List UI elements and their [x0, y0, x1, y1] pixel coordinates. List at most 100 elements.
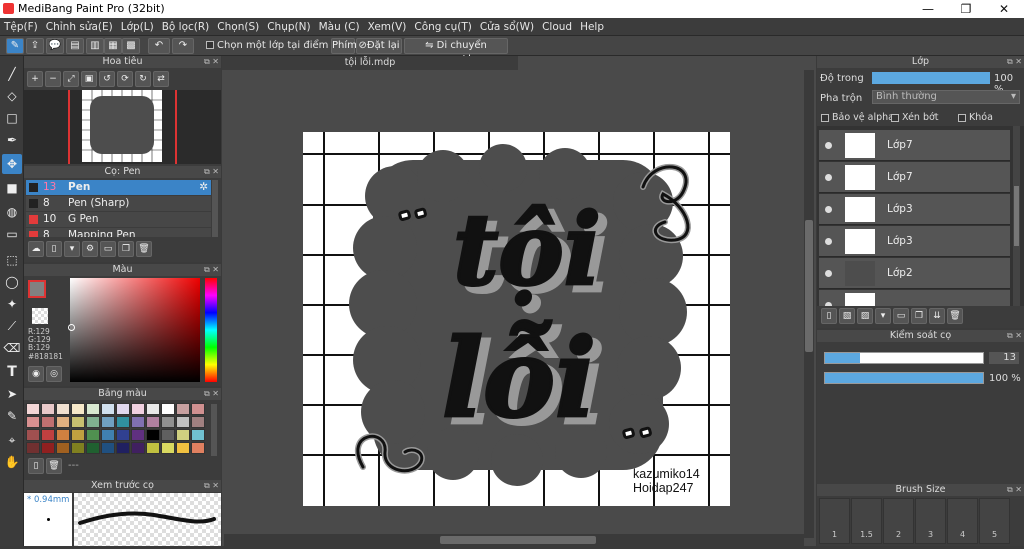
palette-swatch[interactable]	[41, 429, 55, 441]
brush-size-option[interactable]: 1	[819, 498, 850, 544]
add-brush-icon[interactable]: ▾	[64, 241, 80, 257]
menu-tools[interactable]: Công cụ(T)	[410, 18, 475, 36]
copy-icon[interactable]: ❐	[118, 241, 134, 257]
rotate-reset-icon[interactable]: ⟳	[117, 71, 133, 87]
document-canvas[interactable]: tội tội lỗi lỗi kazumiko14 Hoidap247	[303, 132, 730, 506]
share-icon[interactable]: ⇪	[26, 38, 44, 54]
lock-option[interactable]: Khóa	[958, 112, 993, 123]
maximize-button[interactable]: ❐	[947, 0, 985, 18]
cloud-brush-icon[interactable]: ✎	[6, 38, 24, 54]
layer-scrollbar[interactable]	[1013, 126, 1020, 306]
palette-swatch[interactable]	[41, 416, 55, 428]
add-layer-menu-icon[interactable]: ▾	[875, 308, 891, 324]
palette-swatch[interactable]	[56, 416, 70, 428]
divide-tool-icon[interactable]: ✎	[2, 406, 22, 426]
select-pen-tool-icon[interactable]: ⟋	[2, 316, 22, 336]
reset-button[interactable]: ⊘Đặt lại	[356, 38, 402, 54]
palette-swatch[interactable]	[161, 429, 175, 441]
palette-swatch[interactable]	[101, 429, 115, 441]
new-brush-icon[interactable]: ▯	[46, 241, 62, 257]
flip-h-icon[interactable]: ⇄	[153, 71, 169, 87]
palette-swatch[interactable]	[161, 442, 175, 454]
layer-folder-icon[interactable]: ▭	[893, 308, 909, 324]
brush-size-value[interactable]: 13	[989, 352, 1019, 364]
palette-swatch[interactable]	[146, 442, 160, 454]
close-button[interactable]: ✕	[985, 0, 1023, 18]
palette-swatch[interactable]	[56, 442, 70, 454]
fill-rect-tool-icon[interactable]: ■	[2, 178, 22, 198]
palette-swatch[interactable]	[86, 442, 100, 454]
brush-item[interactable]: 13 Pen ✲	[26, 180, 211, 195]
palette-scrollbar[interactable]	[211, 404, 217, 456]
visibility-eye-icon[interactable]	[825, 302, 832, 306]
palette-grid[interactable]	[26, 403, 208, 455]
panel-close-icon[interactable]: ⧉ ✕	[204, 166, 219, 178]
palette-swatch[interactable]	[26, 403, 40, 415]
palette-swatch[interactable]	[146, 429, 160, 441]
layer-row[interactable]: Lớp3	[819, 194, 1010, 225]
palette-swatch[interactable]	[131, 442, 145, 454]
palette-swatch[interactable]	[131, 416, 145, 428]
redo-icon[interactable]: ↷	[172, 38, 194, 54]
brush-size-slider[interactable]	[824, 352, 984, 364]
rotate-right-icon[interactable]: ↻	[135, 71, 151, 87]
background-color[interactable]	[32, 308, 48, 324]
palette-swatch[interactable]	[86, 416, 100, 428]
message-icon[interactable]: ▤	[66, 38, 84, 54]
hand-tool-icon[interactable]: ✋	[2, 452, 22, 472]
brush-size-option[interactable]: 3	[915, 498, 946, 544]
palette-swatch[interactable]	[176, 442, 190, 454]
palette-swatch[interactable]	[71, 429, 85, 441]
panel-close-icon[interactable]: ⧉ ✕	[204, 480, 219, 492]
brush-size-option[interactable]: 1.5	[851, 498, 882, 544]
flip-button[interactable]: ⇋ Di chuyển ngang/dọc	[404, 38, 508, 65]
document-tab[interactable]: tội lỗi.mdp	[222, 56, 518, 70]
palette-swatch[interactable]	[71, 416, 85, 428]
panel-close-icon[interactable]: ⧉ ✕	[1007, 56, 1022, 68]
layer-row[interactable]: Lớp7	[819, 162, 1010, 193]
palette-swatch[interactable]	[41, 403, 55, 415]
comment-icon[interactable]: 💬	[46, 38, 64, 54]
palette-swatch[interactable]	[116, 429, 130, 441]
visibility-eye-icon[interactable]	[825, 238, 832, 245]
visibility-eye-icon[interactable]	[825, 142, 832, 149]
palette-swatch[interactable]	[101, 442, 115, 454]
palette-swatch[interactable]	[176, 403, 190, 415]
rectangle-tool-icon[interactable]: □	[2, 108, 22, 128]
layer-row[interactable]: Lớp3	[819, 226, 1010, 257]
palette-swatch[interactable]	[26, 442, 40, 454]
menu-select[interactable]: Chọn(S)	[213, 18, 263, 36]
palette-swatch[interactable]	[101, 403, 115, 415]
text-tool-icon[interactable]: T	[2, 362, 22, 382]
palette-swatch[interactable]	[131, 403, 145, 415]
brush-scrollbar[interactable]	[212, 180, 218, 237]
palette-swatch[interactable]	[71, 403, 85, 415]
palette-swatch[interactable]	[116, 442, 130, 454]
panel-close-icon[interactable]: ⧉ ✕	[1007, 330, 1022, 342]
cloud-brush-icon[interactable]: ☁	[28, 241, 44, 257]
dot-tool-icon[interactable]: ✒	[2, 130, 22, 150]
brush-size-option[interactable]: 4	[947, 498, 978, 544]
layer-row[interactable]: Lớp2	[819, 258, 1010, 289]
palette-swatch[interactable]	[26, 429, 40, 441]
palette-swatch[interactable]	[56, 403, 70, 415]
palette-swatch[interactable]	[86, 429, 100, 441]
delete-layer-icon[interactable]: 🗑	[947, 308, 963, 324]
canvas-hscroll[interactable]	[224, 534, 804, 546]
magic-wand-tool-icon[interactable]: ✦	[2, 294, 22, 314]
panel-close-icon[interactable]: ⧉ ✕	[204, 388, 219, 400]
palette-swatch[interactable]	[146, 403, 160, 415]
palette-swatch[interactable]	[161, 416, 175, 428]
palette-swatch[interactable]	[176, 416, 190, 428]
palette-swatch[interactable]	[146, 416, 160, 428]
brush-size-option[interactable]: 2	[883, 498, 914, 544]
hue-slider[interactable]	[205, 278, 217, 382]
operation-tool-icon[interactable]: ➤	[2, 384, 22, 404]
settings-gear-icon[interactable]: ✲	[199, 180, 208, 195]
protect-alpha-option[interactable]: Bảo vệ alpha	[821, 112, 894, 123]
lock-checkbox[interactable]	[958, 113, 966, 122]
palette-swatch[interactable]	[131, 429, 145, 441]
merge-layer-icon[interactable]: ⇊	[929, 308, 945, 324]
palette-swatch[interactable]	[191, 442, 205, 454]
actual-size-icon[interactable]: ▣	[81, 71, 97, 87]
